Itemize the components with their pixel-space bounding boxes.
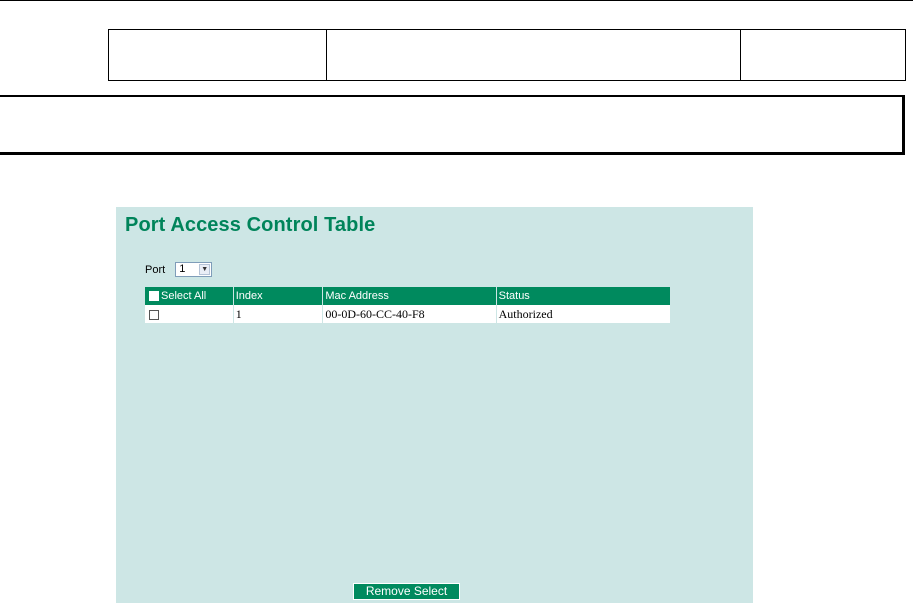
mac-address-header: Mac Address: [322, 287, 497, 305]
note-box: [0, 95, 905, 155]
port-access-table: Select All Index Mac Address Status 1 00…: [145, 287, 672, 323]
port-select-value: 1: [179, 263, 186, 275]
select-all-checkbox[interactable]: [149, 291, 159, 302]
port-access-panel: Port Access Control Table Port 1 ▼ Selec…: [116, 207, 753, 603]
row-select-cell: [145, 305, 234, 323]
select-all-header[interactable]: Select All: [145, 287, 234, 305]
table-header-row: Select All Index Mac Address Status: [145, 287, 672, 305]
port-label: Port: [145, 263, 166, 276]
port-selector-row: Port 1 ▼: [145, 262, 213, 277]
status-header: Status: [496, 287, 672, 305]
row-mac-address: 00-0D-60-CC-40-F8: [322, 305, 497, 323]
table-row: 1 00-0D-60-CC-40-F8 Authorized: [145, 305, 672, 323]
document-table: [108, 29, 906, 81]
row-checkbox[interactable]: [149, 309, 159, 320]
document-cell: [740, 29, 906, 81]
document-cell: [108, 29, 327, 81]
index-header: Index: [233, 287, 324, 305]
document-cell: [326, 29, 741, 81]
remove-select-button[interactable]: Remove Select: [353, 583, 460, 600]
chevron-down-icon[interactable]: ▼: [199, 264, 211, 275]
row-index: 1: [233, 305, 324, 323]
top-rule: [0, 0, 913, 1]
port-select[interactable]: 1 ▼: [175, 262, 213, 277]
select-all-label: Select All: [161, 290, 207, 302]
page-title: Port Access Control Table: [125, 214, 376, 236]
row-status: Authorized: [496, 305, 672, 323]
